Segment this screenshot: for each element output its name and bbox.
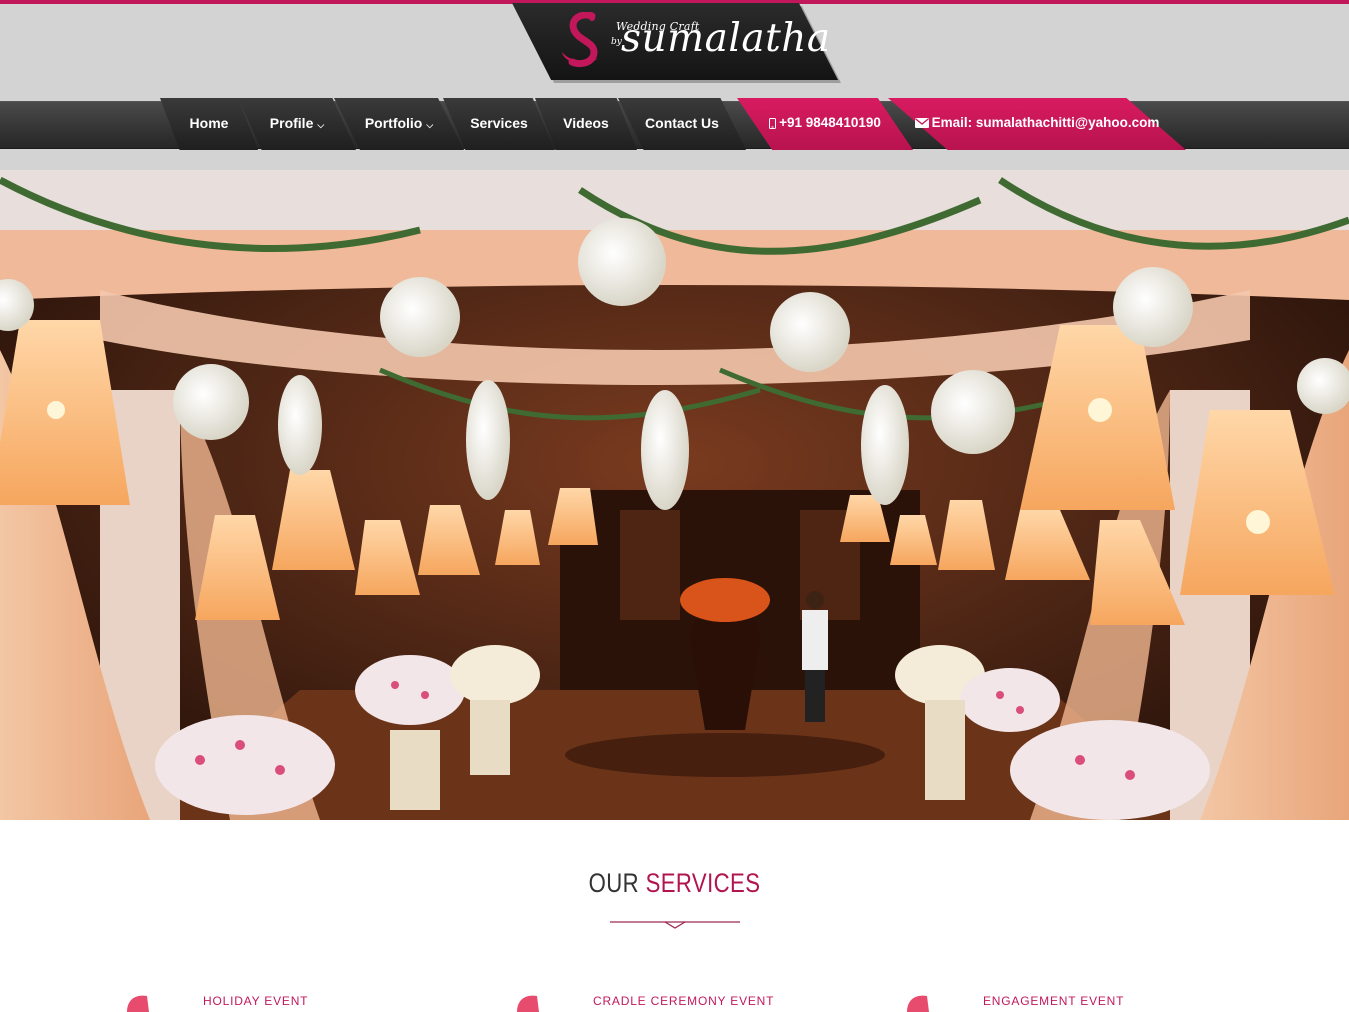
hero-image: [0, 170, 1349, 820]
service-icon: [127, 995, 149, 1012]
service-title: HOLIDAY EVENT: [203, 994, 309, 1008]
services-heading-part1: OUR: [588, 868, 639, 898]
service-cradle-ceremony-event[interactable]: CRADLE CEREMONY EVENT: [515, 986, 815, 1012]
swan-logo-icon: [562, 12, 598, 68]
service-icon: [907, 995, 929, 1012]
nav-item-label: Contact Us: [645, 115, 719, 131]
nav-email-button[interactable]: Email: sumalathachitti@yahoo.com: [888, 98, 1186, 150]
phone-number: +91 9848410190: [779, 115, 881, 130]
nav-item-label: Profile: [269, 115, 314, 131]
service-engagement-event[interactable]: ENGAGEMENT EVENT: [905, 986, 1165, 1012]
email-address: Email: sumalathachitti@yahoo.com: [931, 115, 1160, 130]
nav-item-label: Portfolio: [364, 115, 423, 131]
service-holiday-event[interactable]: HOLIDAY EVENT: [125, 986, 385, 1012]
heading-divider: [610, 921, 740, 929]
service-title: CRADLE CEREMONY EVENT: [593, 994, 775, 1008]
nav-item-contact[interactable]: Contact Us: [618, 98, 746, 150]
chevron-down-icon: ⌵: [317, 120, 325, 130]
service-title: ENGAGEMENT EVENT: [983, 994, 1125, 1008]
mobile-icon: [769, 117, 777, 129]
logo-name: sumalatha: [621, 16, 831, 61]
chevron-down-icon: ⌵: [426, 120, 434, 130]
services-heading: OUR SERVICES: [121, 868, 1227, 899]
service-icon: [517, 995, 539, 1012]
nav-phone-button[interactable]: +91 9848410190: [737, 98, 913, 150]
envelope-icon: [914, 118, 929, 129]
services-heading-part2: SERVICES: [645, 868, 761, 898]
